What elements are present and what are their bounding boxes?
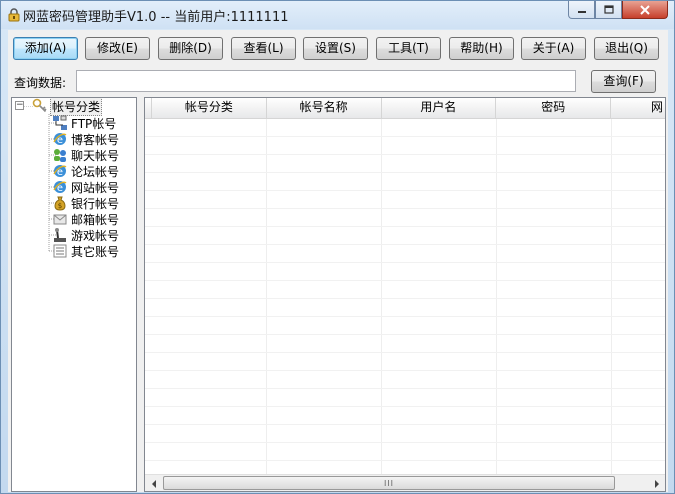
column-header[interactable]: 帐号名称 [267,98,382,118]
tree-item-game[interactable]: 游戏帐号 [52,227,120,243]
query-input[interactable] [76,70,576,92]
grid-row-line [145,442,665,443]
tree-item-label: 博客帐号 [71,132,120,147]
title-bar[interactable]: 网蓝密码管理助手V1.0 -- 当前用户:1111111 [1,1,674,29]
tree-item-label: 游戏帐号 [71,228,120,243]
grid-row-line [145,334,665,335]
scroll-thumb[interactable]: III [163,476,615,490]
maximize-icon [603,5,614,14]
ie-icon: e [52,179,68,195]
grid-row-line [145,226,665,227]
grid-row-line [145,316,665,317]
tree-item-other[interactable]: 其它账号 [52,243,120,259]
maximize-button[interactable] [595,1,622,19]
grid-row-line [145,424,665,425]
list-icon [52,243,68,259]
tree-item-forum[interactable]: e 论坛帐号 [52,163,120,179]
ie-icon: e [52,131,68,147]
tree-item-label: 论坛帐号 [71,164,120,179]
grid-row-line [145,352,665,353]
view-button[interactable]: 查看(L) [231,37,296,60]
scroll-right-button[interactable] [648,475,665,491]
money-bag-icon: $ [52,195,68,211]
tree-root-label: 帐号分类 [50,98,103,116]
caption-buttons [568,1,668,21]
help-button[interactable]: 帮助(H) [449,37,514,60]
accounts-grid[interactable]: 帐号分类 帐号名称 用户名 密码 网 III [144,97,666,492]
settings-button[interactable]: 设置(S) [303,37,368,60]
tree-item-website[interactable]: e 网站帐号 [52,179,120,195]
grid-row-line [145,244,665,245]
grid-row-line [145,388,665,389]
grid-row-line [145,460,665,461]
grid-header: 帐号分类 帐号名称 用户名 密码 网 [145,98,665,119]
column-header[interactable]: 密码 [496,98,612,118]
category-tree[interactable]: − 帐号分类 FTP帐号 e 博客帐号 聊天帐号 e 论坛帐号 e 网站帐号 $… [11,97,137,492]
lock-icon [8,8,20,22]
tree-item-email[interactable]: 邮箱帐号 [52,211,120,227]
query-label: 查询数据: [14,76,67,90]
grid-row-line [145,406,665,407]
grid-body[interactable] [145,119,665,474]
delete-button[interactable]: 删除(D) [158,37,223,60]
column-header[interactable]: 帐号分类 [152,98,267,118]
tree-item-bank[interactable]: $ 银行帐号 [52,195,120,211]
query-button[interactable]: 查询(F) [591,70,656,93]
scroll-grip: III [383,478,395,488]
tree-item-label: 其它账号 [71,244,120,259]
tree-item-blog[interactable]: e 博客帐号 [52,131,120,147]
grid-row-line [145,208,665,209]
scroll-left-button[interactable] [145,475,162,491]
grid-row-line [145,370,665,371]
tree-item-label: 聊天帐号 [71,148,120,163]
tree-item-label: FTP帐号 [71,116,117,131]
close-button[interactable] [622,1,668,19]
mail-icon [52,211,68,227]
about-button[interactable]: 关于(A) [521,37,586,60]
tree-item-label: 邮箱帐号 [71,212,120,227]
grid-row-line [145,190,665,191]
window-title: 网蓝密码管理助手V1.0 -- 当前用户:1111111 [23,10,289,25]
client-area: 添加(A) 修改(E) 删除(D) 查看(L) 设置(S) 工具(T) 帮助(H… [8,30,668,492]
edit-button[interactable]: 修改(E) [85,37,150,60]
column-header[interactable]: 用户名 [382,98,497,118]
exit-button[interactable]: 退出(Q) [594,37,659,60]
tree-item-label: 银行帐号 [71,196,120,211]
arrow-right-icon [654,479,659,488]
key-ring-icon [32,98,48,114]
row-header-corner [145,98,152,118]
tree-item-ftp[interactable]: FTP帐号 [52,115,117,131]
close-icon [640,4,650,15]
arrow-left-icon [151,479,156,488]
network-icon [52,115,68,131]
joystick-icon [52,227,68,243]
grid-row-line [145,262,665,263]
tree-item-chat[interactable]: 聊天帐号 [52,147,120,163]
grid-row-line [145,298,665,299]
grid-row-line [145,154,665,155]
chat-users-icon [52,147,68,163]
main-window: 网蓝密码管理助手V1.0 -- 当前用户:1111111 添加(A) 修改(E)… [0,0,675,494]
minimize-button[interactable] [568,1,595,19]
svg-text:$: $ [58,202,62,210]
column-header[interactable]: 网 [611,98,665,118]
tools-button[interactable]: 工具(T) [376,37,441,60]
add-button[interactable]: 添加(A) [13,37,78,60]
ie-icon: e [52,163,68,179]
grid-row-line [145,172,665,173]
tree-root-accounts[interactable]: 帐号分类 [32,98,103,116]
tree-item-label: 网站帐号 [71,180,120,195]
horizontal-scrollbar[interactable]: III [145,474,665,491]
grid-row-line [145,136,665,137]
grid-row-line [145,280,665,281]
minimize-icon [577,10,586,13]
